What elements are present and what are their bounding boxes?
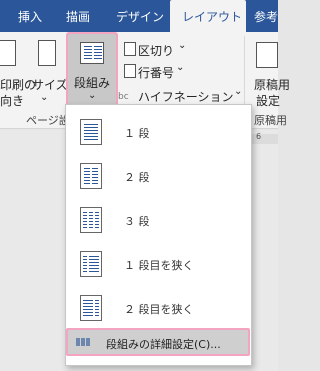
tab-references[interactable]: 参考 bbox=[254, 0, 278, 32]
hyphenation-prefix: bc bbox=[118, 92, 129, 102]
breaks-label[interactable]: 区切り bbox=[138, 42, 174, 59]
menu-item-label: ２ 段目を狭く bbox=[124, 303, 194, 316]
menu-item-label: ２ 段 bbox=[124, 171, 150, 184]
tab-design[interactable]: デザイン bbox=[116, 0, 164, 32]
columns-icon bbox=[80, 42, 104, 64]
manuscript-icon[interactable] bbox=[256, 42, 278, 68]
one-column-icon bbox=[80, 119, 102, 145]
menu-item-left-narrow[interactable]: １ 段目を狭く bbox=[66, 243, 251, 287]
left-column-icon bbox=[80, 251, 102, 277]
hyphenation-chevron-icon: ⌄ bbox=[234, 86, 243, 97]
size-icon[interactable] bbox=[38, 40, 56, 66]
menu-item-three-columns[interactable]: ３ 段 bbox=[66, 199, 251, 243]
ruler-number: 6 bbox=[256, 132, 262, 141]
menu-item-right-narrow[interactable]: ２ 段目を狭く bbox=[66, 287, 251, 331]
line-numbers-chevron-icon: ⌄ bbox=[176, 62, 185, 73]
columns-dropdown-menu: １ 段 ２ 段 ３ 段 １ 段目を狭く ２ 段目を狭く bbox=[65, 104, 252, 366]
columns-settings-icon bbox=[76, 338, 90, 346]
menu-item-label: １ 段 bbox=[124, 127, 150, 140]
line-numbers-label[interactable]: 行番号 bbox=[138, 64, 174, 81]
hyphenation-label[interactable]: ハイフネーション bbox=[138, 88, 234, 105]
menu-item-label: １ 段目を狭く bbox=[124, 259, 194, 272]
orientation-label-b[interactable]: 向き bbox=[0, 92, 24, 109]
three-columns-icon bbox=[80, 207, 102, 233]
tab-layout[interactable]: レイアウト bbox=[170, 0, 246, 32]
menu-item-one-column[interactable]: １ 段 bbox=[66, 111, 251, 155]
right-column-icon bbox=[80, 295, 102, 321]
manuscript-label-b[interactable]: 設定 bbox=[256, 92, 280, 109]
tab-insert[interactable]: 挿入 bbox=[18, 0, 42, 32]
menu-item-two-columns[interactable]: ２ 段 bbox=[66, 155, 251, 199]
size-chevron-icon: ⌄ bbox=[40, 92, 49, 103]
columns-label: 段組み bbox=[74, 76, 111, 90]
tab-draw[interactable]: 描画 bbox=[66, 0, 90, 32]
page-setup-group-label: ページ設 bbox=[26, 114, 70, 127]
columns-chevron-icon: ⌄ bbox=[88, 90, 97, 101]
more-columns-label: 段組みの詳細設定(C)... bbox=[106, 338, 221, 351]
more-columns-menu-item[interactable]: 段組みの詳細設定(C)... bbox=[66, 328, 250, 356]
orientation-icon[interactable] bbox=[0, 40, 16, 66]
two-columns-icon bbox=[80, 163, 102, 189]
manuscript-label-a[interactable]: 原稿用 bbox=[254, 76, 290, 93]
breaks-chevron-icon: ⌄ bbox=[178, 40, 187, 51]
line-numbers-icon[interactable] bbox=[124, 64, 136, 78]
breaks-icon[interactable] bbox=[124, 42, 136, 56]
orientation-label-a[interactable]: 印刷の bbox=[0, 76, 36, 93]
menu-item-label: ３ 段 bbox=[124, 215, 150, 228]
manuscript-group-label: 原稿用 bbox=[254, 114, 287, 127]
size-label[interactable]: サイズ bbox=[32, 76, 68, 93]
ribbon-tab-bar: 挿入 描画 デザイン レイアウト 参考 bbox=[0, 0, 278, 32]
